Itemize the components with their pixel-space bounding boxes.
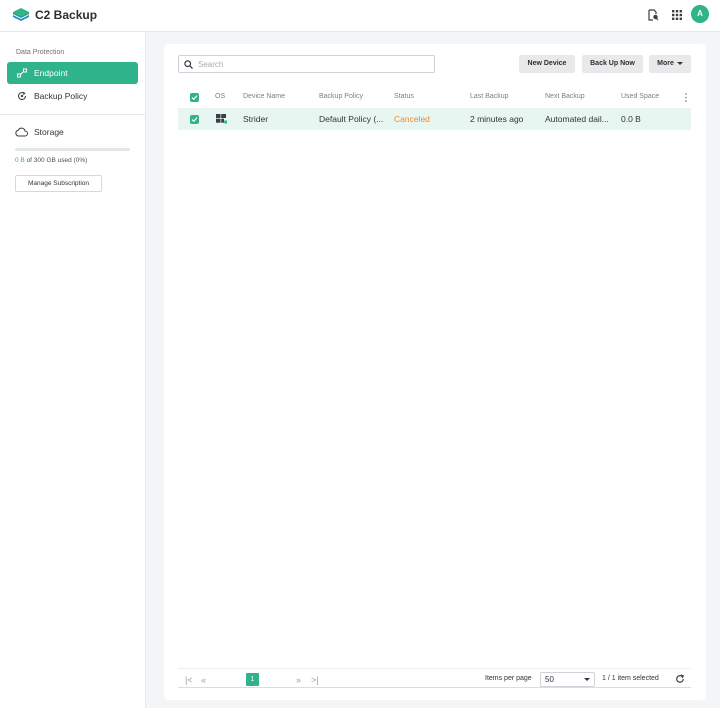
previous-pages-icon[interactable]: « [201,675,206,685]
search-box[interactable] [178,55,435,73]
row-checkbox[interactable] [190,115,199,124]
first-page-icon[interactable]: |< [185,675,193,685]
items-per-page-value: 50 [545,675,554,684]
column-settings-icon[interactable] [685,93,687,102]
checkmark-icon [191,117,198,123]
column-header-os[interactable]: OS [215,93,225,100]
sidebar-item-label: Backup Policy [34,91,88,101]
next-backup-cell: Automated dail... [545,114,609,124]
column-header-next-backup[interactable]: Next Backup [545,93,585,100]
sidebar-item-label: Endpoint [34,68,68,78]
storage-usage-text: 0 B of 300 GB used (0%) [15,157,87,164]
sidebar-item-backup-policy[interactable]: Backup Policy [7,85,138,107]
windows-icon [216,114,227,124]
storage-usage-rest: of 300 GB used (0%) [24,157,88,164]
device-name-cell[interactable]: Strider [243,114,313,124]
back-up-now-button[interactable]: Back Up Now [582,55,643,73]
storage-label: Storage [34,127,64,137]
new-device-button[interactable]: New Device [519,55,575,73]
next-pages-icon[interactable]: » [296,675,301,685]
user-avatar[interactable]: A [691,5,709,23]
last-page-icon[interactable]: >| [311,675,319,685]
table-row[interactable]: Strider Default Policy (... Canceled 2 m… [178,108,691,130]
chevron-down-icon [676,61,683,65]
items-per-page-select[interactable]: 50 [540,672,595,687]
apps-grid-icon[interactable] [671,9,683,21]
status-cell: Canceled [394,114,430,124]
backup-policy-icon [18,91,27,101]
column-header-used-space[interactable]: Used Space [621,93,659,100]
c2-backup-logo [13,8,29,21]
column-header-last-backup[interactable]: Last Backup [470,93,509,100]
sidebar-divider [0,114,145,115]
storage-usage-bar [15,148,130,151]
top-bar: C2 Backup A [0,0,720,32]
sidebar: Data Protection Endpoint Backup Policy S… [0,32,146,708]
last-backup-cell: 2 minutes ago [470,114,524,124]
column-header-backup-policy[interactable]: Backup Policy [319,93,363,100]
search-input[interactable] [198,57,428,71]
select-all-checkbox[interactable] [190,93,199,102]
sidebar-item-endpoint[interactable]: Endpoint [7,62,138,84]
checkmark-icon [191,95,198,101]
column-header-status[interactable]: Status [394,93,414,100]
more-button-label: More [657,60,674,67]
file-search-icon[interactable] [647,9,659,21]
chevron-down-icon [584,678,590,681]
backup-policy-cell: Default Policy (... [319,114,384,124]
used-space-cell: 0.0 B [621,114,641,124]
items-per-page-label: Items per page [485,675,532,682]
main-panel: New Device Back Up Now More OS Device Na… [164,44,706,700]
cloud-icon [15,127,28,137]
table-header: OS Device Name Backup Policy Status Last… [178,90,691,106]
search-icon [184,60,193,69]
pagination-bar: |< « 1 » >| Items per page 50 1 / 1 item… [178,668,691,688]
storage-used-value: 0 B [15,157,25,164]
manage-subscription-button[interactable]: Manage Subscription [15,175,102,192]
refresh-icon[interactable] [675,674,685,684]
endpoint-icon [17,68,27,78]
current-page[interactable]: 1 [246,673,259,686]
column-header-device-name[interactable]: Device Name [243,93,285,100]
more-button[interactable]: More [649,55,691,73]
selection-summary: 1 / 1 item selected [602,675,659,682]
app-title: C2 Backup [35,8,98,22]
sidebar-section-label: Data Protection [16,49,65,56]
